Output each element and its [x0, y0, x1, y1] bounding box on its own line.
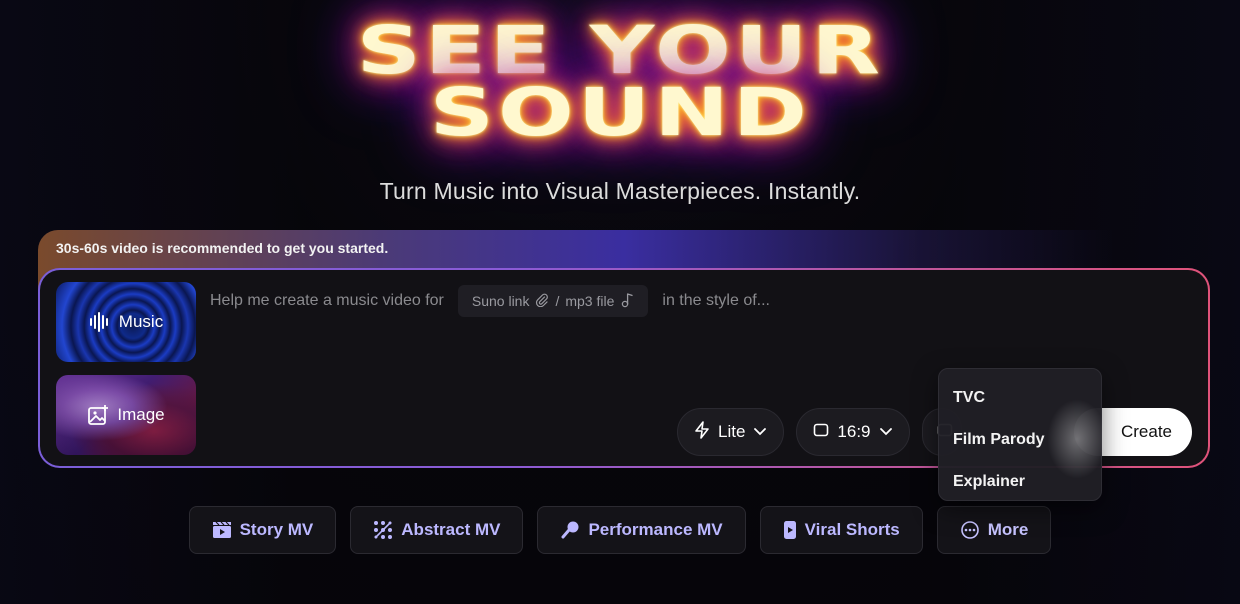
preset-more[interactable]: More	[936, 506, 1052, 554]
preset-abstract-mv-label: Abstract MV	[401, 520, 501, 539]
image-card[interactable]: Image	[56, 375, 196, 455]
preset-more-label: More	[987, 520, 1029, 539]
lightning-icon	[694, 420, 710, 444]
source-separator: /	[555, 293, 560, 309]
preset-abstract-mv[interactable]: Abstract MV	[350, 506, 524, 554]
waveform-icon	[89, 312, 111, 332]
music-note-icon	[620, 292, 634, 311]
chevron-down-icon	[879, 422, 893, 442]
preset-viral-shorts[interactable]: Viral Shorts	[759, 506, 923, 554]
prompt-prefix: Help me create a music video for	[210, 292, 444, 309]
film-icon	[212, 521, 232, 539]
suno-link-label: Suno link	[471, 293, 530, 309]
aspect-ratio-select[interactable]: 16:9	[796, 408, 910, 456]
quality-select[interactable]: Lite	[677, 408, 785, 456]
image-card-label: Image	[117, 405, 165, 424]
composer-controls: Lite 16:9	[677, 408, 962, 456]
add-image-icon	[87, 404, 109, 426]
hero-subtitle: Turn Music into Visual Masterpieces. Ins…	[379, 178, 861, 204]
preset-story-mv[interactable]: Story MV	[188, 506, 337, 554]
dropdown-item-tvc[interactable]: TVC	[939, 377, 1101, 419]
phone-icon	[783, 520, 797, 540]
more-circle-icon	[960, 520, 980, 540]
quality-value: Lite	[718, 422, 746, 441]
dropdown-item-film-parody[interactable]: Film Parody	[939, 419, 1101, 461]
preset-buttons: Story MV Abstract MV Performance MV Vira…	[0, 506, 1240, 554]
abstract-icon	[373, 520, 393, 540]
style-dropdown-menu: TVC Film Parody Explainer	[938, 368, 1107, 503]
preset-performance-mv[interactable]: Performance MV	[537, 506, 746, 554]
preset-story-mv-label: Story MV	[239, 520, 314, 539]
hero-title: SEE YOUR SOUND	[356, 12, 884, 151]
paperclip-icon	[535, 293, 549, 310]
prompt-row[interactable]: Help me create a music video for Suno li…	[210, 284, 770, 318]
chevron-down-icon	[753, 422, 767, 442]
hero-title-line-2: SOUND	[429, 74, 811, 151]
aspect-ratio-value: 16:9	[837, 422, 871, 441]
source-chip[interactable]: Suno link / mp3 file	[457, 285, 649, 317]
preset-viral-shorts-label: Viral Shorts	[804, 520, 900, 539]
preset-performance-mv-label: Performance MV	[588, 520, 723, 539]
dropdown-item-explainer[interactable]: Explainer	[939, 461, 1101, 503]
music-card[interactable]: Music	[56, 282, 196, 362]
aspect-ratio-icon	[813, 422, 829, 442]
hero: SEE YOUR SOUND	[0, 12, 1240, 151]
hero-title-line-1: SEE YOUR	[356, 12, 884, 89]
music-card-label: Music	[118, 312, 164, 331]
notice-text: 30s-60s video is recommended to get you …	[56, 240, 389, 256]
mp3-file-label: mp3 file	[565, 293, 615, 309]
prompt-suffix: in the style of...	[662, 292, 770, 309]
microphone-icon	[560, 520, 580, 540]
